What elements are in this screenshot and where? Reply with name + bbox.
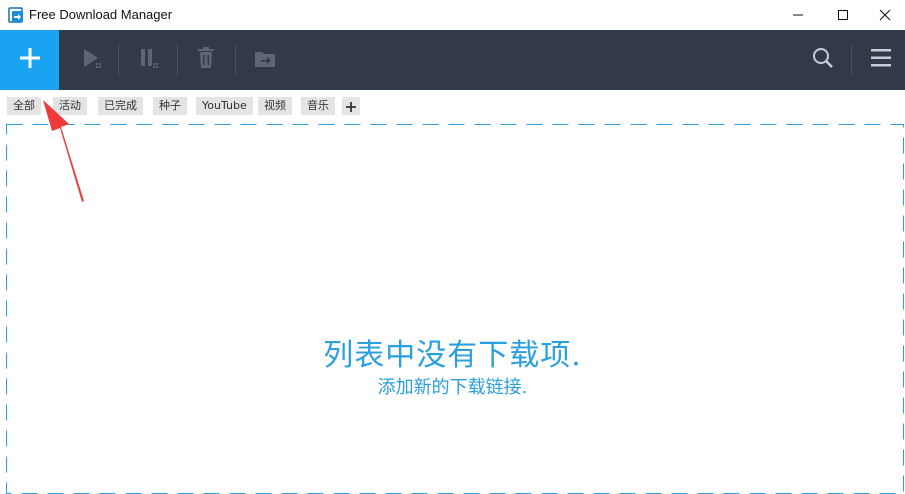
annotation-arrow-icon (43, 100, 84, 202)
